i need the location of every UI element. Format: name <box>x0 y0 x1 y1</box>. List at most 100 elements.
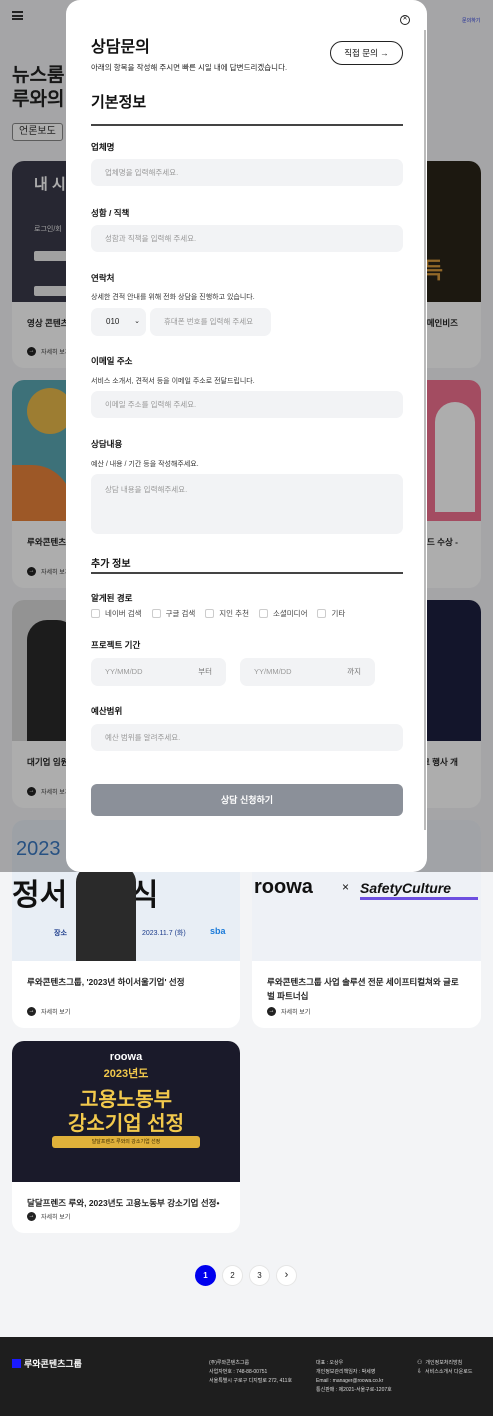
page-1-button[interactable]: 1 <box>195 1265 216 1286</box>
checkbox-icon <box>258 609 268 618</box>
footer-company-name: (주)루와콘텐츠그룹 <box>209 1360 250 1366</box>
card-more-label: 자세히 보기 <box>281 1010 311 1016</box>
source-option-label: 구글 검색 <box>165 609 196 618</box>
pagination: 1 2 3 › <box>195 1265 297 1286</box>
contact-label: 연락처 <box>91 273 115 283</box>
footer-company-info: (주)루와콘텐츠그룹 사업자번호 : 748-88-00751 서울특별시 구로… <box>209 1359 292 1386</box>
name-label: 성함 / 직책 <box>91 208 130 218</box>
source-checkbox-other[interactable]: 기타 <box>317 608 345 619</box>
footer-email: Email : manager@roowa.co.kr <box>316 1378 384 1384</box>
start-date-input[interactable]: YY/MM/DD 부터 <box>91 658 226 686</box>
card-more-link[interactable]: → 자세히 보기 <box>27 1212 70 1221</box>
source-option-label: 기타 <box>331 609 346 618</box>
footer-business-number: 사업자번호 : 748-88-00751 <box>209 1369 268 1375</box>
brochure-download-link[interactable]: ⇩ 서비스소개서 다운로드 <box>417 1368 472 1377</box>
checkbox-icon <box>205 609 215 618</box>
email-hint: 서비스 소개서, 견적서 등을 이메일 주소로 전달드립니다. <box>91 378 255 385</box>
thumb-date: 2023.11.7 (화) <box>142 930 186 937</box>
direct-inquiry-button[interactable]: 직접 문의 → <box>330 41 403 65</box>
source-checkbox-naver[interactable]: 네이버 검색 <box>91 608 142 619</box>
close-icon[interactable]: ✕ <box>400 15 410 25</box>
footer-contact-info: 대표 : 오상우 개인정보관리책임자 : 박세영 Email : manager… <box>316 1359 392 1395</box>
start-date-placeholder: YY/MM/DD <box>105 667 143 676</box>
card-title: 루와콘텐츠그룹 사업 솔루션 전문 세이프티컬쳐와 글로벌 파트너십 <box>267 977 459 1001</box>
footer-logo[interactable]: 루와콘텐츠그룹 <box>12 1357 82 1370</box>
next-page-icon[interactable]: › <box>276 1265 297 1286</box>
section-divider <box>91 572 403 574</box>
footer-links: ⚇ 개인정보처리방침 ⇩ 서비스소개서 다운로드 <box>417 1359 472 1377</box>
logo-square-icon <box>12 1359 21 1368</box>
arrow-right-icon: → <box>267 1007 276 1016</box>
inquiry-label: 상담내용 <box>91 439 123 449</box>
modal-title: 상담문의 <box>91 39 150 56</box>
footer-address: 서울특별시 구로구 디지털로 272, 411호 <box>209 1378 293 1384</box>
email-input[interactable]: 이메일 주소를 입력해 주세요. <box>91 391 403 418</box>
name-input[interactable]: 성함과 직책을 입력해 주세요. <box>91 225 403 252</box>
download-icon: ⇩ <box>417 1369 423 1375</box>
phone-input[interactable]: 휴대폰 번호를 입력해 주세요 <box>150 308 271 336</box>
arrow-right-icon: → <box>380 48 389 58</box>
source-checkbox-referral[interactable]: 지인 추천 <box>205 608 249 619</box>
card-more-link[interactable]: → 자세히 보기 <box>267 1007 310 1016</box>
modal-scrollbar[interactable] <box>424 30 426 830</box>
company-input[interactable]: 업체명을 입력해주세요. <box>91 159 403 186</box>
card-title: 달달프렌즈 루와, 2023년도 고용노동부 강소기업 선정• <box>27 1198 220 1208</box>
thumb-place: 장소 <box>54 930 67 937</box>
card-title: 루와콘텐츠그룹, '2023년 하이서울기업' 선정 <box>27 977 185 987</box>
section-basic-title: 기본정보 <box>91 94 147 111</box>
card-more-link[interactable]: → 자세히 보기 <box>27 1007 70 1016</box>
page-2-button[interactable]: 2 <box>222 1265 243 1286</box>
footer-privacy-officer: 개인정보관리책임자 : 박세영 <box>316 1369 376 1375</box>
privacy-policy-link[interactable]: ⚇ 개인정보처리방침 <box>417 1359 472 1368</box>
checkbox-icon <box>91 609 100 618</box>
footer: 루와콘텐츠그룹 (주)루와콘텐츠그룹 사업자번호 : 748-88-00751 … <box>0 1337 493 1416</box>
checkbox-icon <box>151 609 161 618</box>
end-date-input[interactable]: YY/MM/DD 까지 <box>240 658 375 686</box>
card-more-label: 자세히 보기 <box>41 1215 71 1221</box>
sba-logo: sba <box>210 926 226 936</box>
section-divider <box>91 124 403 126</box>
source-option-label: 네이버 검색 <box>105 609 142 618</box>
page-3-button[interactable]: 3 <box>249 1265 270 1286</box>
contact-hint: 상세한 견적 안내를 위해 전화 상담을 진행하고 있습니다. <box>91 294 255 301</box>
email-label: 이메일 주소 <box>91 356 133 366</box>
footer-ceo: 대표 : 오상우 <box>316 1360 344 1366</box>
submit-button[interactable]: 상담 신청하기 <box>91 784 403 816</box>
thumb-ribbon: 달달프렌즈 루와의 강소기업 선정 <box>52 1136 200 1148</box>
source-checkbox-google[interactable]: 구글 검색 <box>151 608 196 619</box>
brand-underline <box>360 897 478 900</box>
person-icon: ⚇ <box>417 1360 423 1366</box>
section-extra-title: 추가 정보 <box>91 559 131 570</box>
budget-label: 예산범위 <box>91 706 123 716</box>
chevron-down-icon: ⌄ <box>134 318 140 325</box>
news-card[interactable]: roowa 2023년도 고용노동부 강소기업 선정 달달프렌즈 루와의 강소기… <box>12 1041 240 1233</box>
phone-prefix-value: 010 <box>106 317 120 326</box>
thumb-line2: 강소기업 선정 <box>68 1113 184 1135</box>
inquiry-hint: 예산 / 내용 / 기간 등을 작성해주세요. <box>91 461 199 468</box>
phone-prefix-select[interactable]: 010 ⌄ <box>91 308 146 336</box>
source-option-label: 지인 추천 <box>219 609 249 618</box>
source-checkboxes: 네이버 검색 구글 검색 지인 추천 소셜미디어 기타 <box>91 608 345 619</box>
budget-input[interactable]: 예산 범위를 알려주세요. <box>91 724 403 751</box>
source-checkbox-social[interactable]: 소셜미디어 <box>258 608 308 619</box>
footer-logo-text: 루와콘텐츠그룹 <box>24 1359 82 1369</box>
arrow-right-icon: → <box>27 1007 36 1016</box>
card-thumbnail: roowa 2023년도 고용노동부 강소기업 선정 달달프렌즈 루와의 강소기… <box>12 1041 240 1182</box>
source-option-label: 소셜미디어 <box>272 609 308 618</box>
safetyculture-logo: SafetyCulture <box>360 880 452 896</box>
arrow-right-icon: → <box>27 1212 36 1221</box>
privacy-policy-label: 개인정보처리방침 <box>425 1360 463 1366</box>
period-label: 프로젝트 기간 <box>91 640 141 650</box>
thumb-year: 2023년도 <box>103 1068 149 1080</box>
roowa-logo: roowa <box>109 1051 143 1063</box>
times-icon: × <box>342 880 350 894</box>
end-date-placeholder: YY/MM/DD <box>254 667 292 676</box>
end-date-suffix: 까지 <box>347 667 361 676</box>
roowa-logo: roowa <box>254 876 313 898</box>
checkbox-icon <box>317 609 327 618</box>
modal-description: 아래의 항목을 작성해 주시면 빠른 시일 내에 답변드리겠습니다. <box>91 63 288 72</box>
source-label: 알게된 경로 <box>91 593 133 603</box>
inquiry-textarea[interactable]: 상담 내용을 입력해주세요. <box>91 474 403 534</box>
thumb-people <box>76 866 136 961</box>
card-more-label: 자세히 보기 <box>41 1010 71 1016</box>
